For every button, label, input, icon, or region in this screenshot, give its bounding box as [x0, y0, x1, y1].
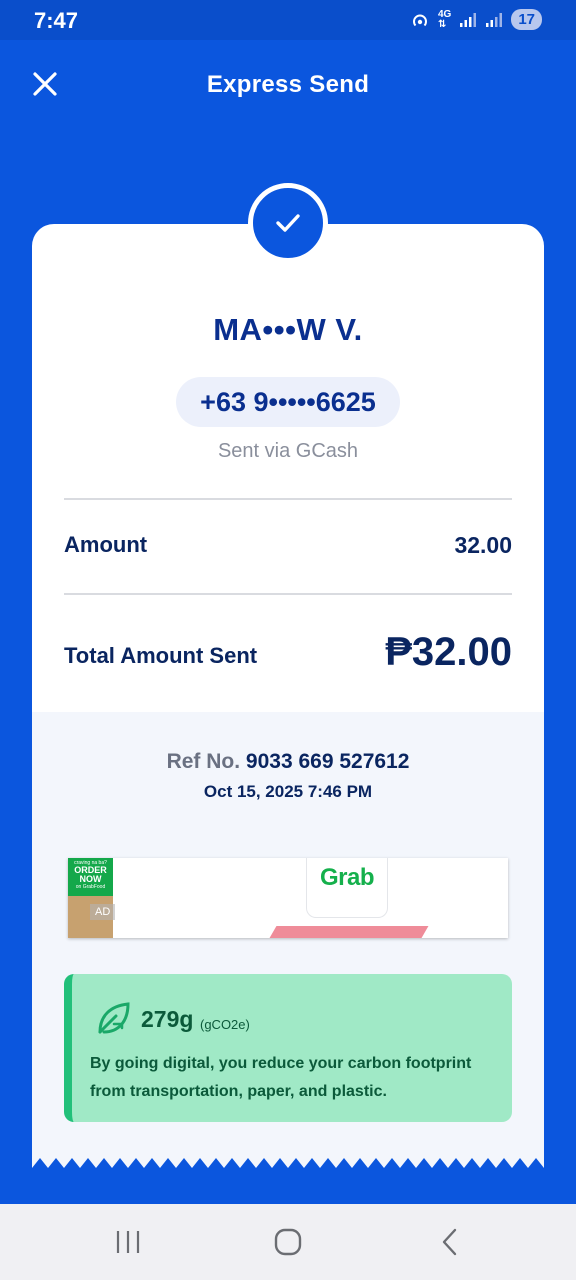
carbon-message: By going digital, you reduce your carbon… — [90, 1055, 472, 1100]
carbon-amount: 279g — [141, 1006, 194, 1032]
home-button[interactable] — [268, 1226, 308, 1258]
back-button[interactable] — [430, 1226, 470, 1258]
transaction-datetime: Oct 15, 2025 7:46 PM — [203, 782, 373, 801]
status-icons: 4G ⇅ 17 — [410, 9, 542, 30]
leaf-icon — [98, 1002, 130, 1034]
recipient-name: MA•••W V. — [213, 312, 363, 347]
amount-label: Amount — [64, 532, 148, 557]
divider — [64, 593, 512, 595]
grab-logo-box: Grab — [306, 858, 388, 918]
divider — [64, 498, 512, 500]
page-title: Express Send — [206, 71, 370, 98]
network-type: 4G ⇅ — [437, 8, 452, 30]
app-header: Express Send — [0, 40, 576, 132]
reference-line: Ref No. 9033 669 527612 — [32, 750, 544, 774]
battery-indicator: 17 — [511, 9, 542, 30]
receipt-edge — [32, 1158, 544, 1176]
reference-section: Ref No. 9033 669 527612 Oct 15, 2025 7:4… — [32, 712, 544, 1174]
ad-tag: AD — [90, 904, 116, 920]
recent-apps-button[interactable] — [108, 1226, 148, 1258]
recipient-phone: +63 9•••••6625 — [176, 377, 400, 427]
ref-label: Ref No. — [166, 750, 241, 773]
ad-banner[interactable]: craving na ba? ORDER NOW on GrabFood AD … — [68, 858, 508, 938]
signal-icon-2 — [486, 12, 503, 27]
hotspot-icon — [412, 14, 427, 26]
total-value: ₱32.00 — [385, 630, 512, 674]
check-icon — [276, 214, 300, 232]
sent-via-label: Sent via GCash — [217, 440, 359, 462]
total-label: Total Amount Sent — [64, 643, 258, 668]
status-bar: 7:47 4G ⇅ 17 — [0, 0, 576, 40]
carbon-unit: (gCO2e) — [200, 1017, 250, 1032]
ad-stripe — [269, 926, 429, 938]
ad-promo-box: craving na ba? ORDER NOW on GrabFood — [68, 858, 113, 896]
signal-icon — [460, 12, 477, 27]
back-icon — [442, 1228, 457, 1256]
amount-value: 32.00 — [454, 532, 512, 558]
receipt-card: MA•••W V. +63 9•••••6625 Sent via GCash … — [32, 224, 544, 1174]
status-time: 7:47 — [34, 8, 79, 33]
ref-number: 9033 669 527612 — [245, 750, 410, 773]
system-nav-bar — [0, 1204, 576, 1280]
home-icon — [274, 1228, 302, 1256]
grab-logo: Grab — [319, 863, 375, 891]
success-badge — [248, 183, 328, 263]
recent-apps-icon — [116, 1231, 140, 1253]
carbon-footprint-box: 279g (gCO2e) By going digital, you reduc… — [64, 974, 512, 1122]
